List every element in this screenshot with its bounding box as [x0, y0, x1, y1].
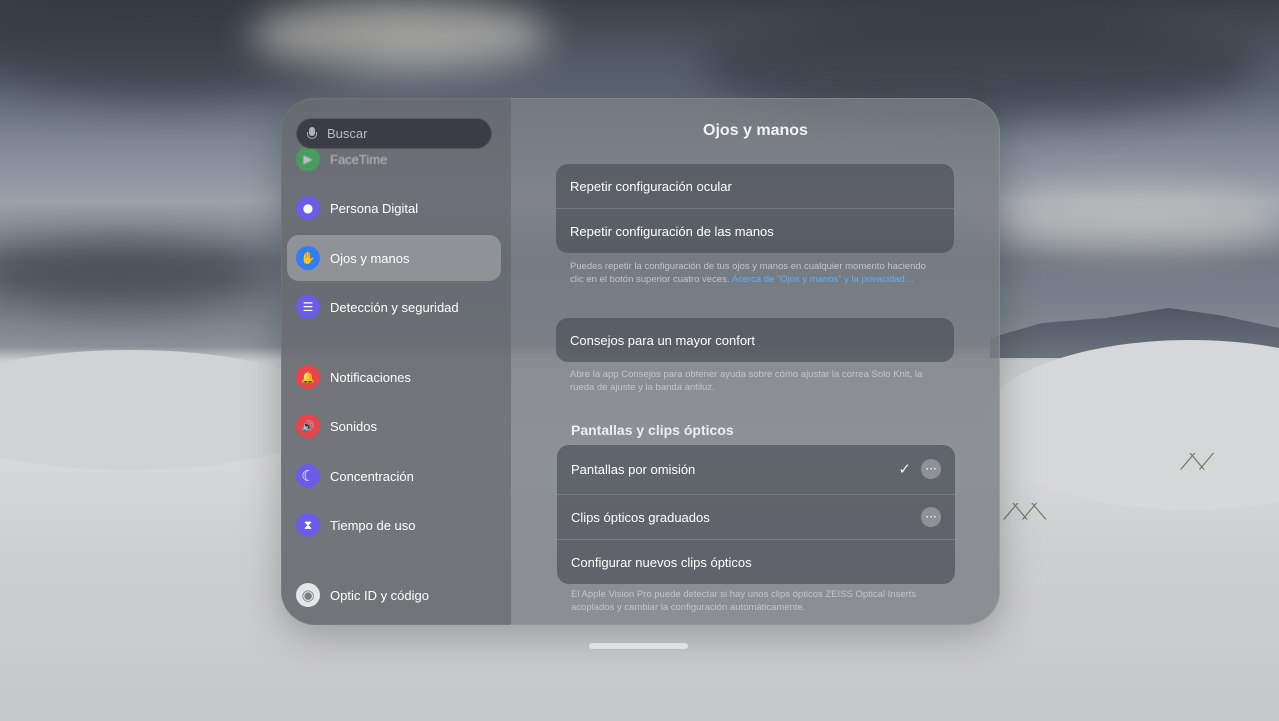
sidebar-item-label: Tiempo de uso [330, 517, 416, 533]
default-displays-row[interactable]: Pantallas por omisión ✓ ··· [557, 445, 955, 494]
row-label: Pantallas por omisión [571, 462, 696, 477]
page-title: Ojos y manos [703, 122, 808, 139]
sidebar-item-label: Ojos y manos [330, 250, 410, 266]
settings-window: ▶ FaceTime Buscar ● Persona Digital ✋ Oj… [281, 98, 1000, 625]
search-input[interactable]: Buscar [327, 126, 367, 141]
sidebar-item-optic-id[interactable]: ◉ Optic ID y código [287, 572, 501, 618]
optical-footnote: El Apple Vision Pro puede detectar si ha… [571, 589, 917, 613]
hourglass-icon: ⧗ [296, 513, 320, 537]
comfort-footnote: Abre la app Consejos para obtener ayuda … [570, 369, 923, 393]
sidebar-item-persona-digital[interactable]: ● Persona Digital [287, 185, 501, 231]
detail-pane: Ojos y manos Repetir configuración ocula… [511, 98, 1000, 625]
sidebar-item-notificaciones[interactable]: 🔔 Notificaciones [287, 354, 501, 400]
repeat-eye-setup-row[interactable]: Repetir configuración ocular [556, 164, 954, 208]
search-field[interactable]: Buscar [296, 118, 492, 149]
section-title-optical: Pantallas y clips ópticos [571, 422, 734, 438]
row-label: Clips ópticos graduados [571, 509, 710, 525]
comfort-group: Consejos para un mayor confort [556, 318, 954, 362]
optical-group: Pantallas por omisión ✓ ··· Clips óptico… [557, 445, 955, 584]
setup-group: Repetir configuración ocular Repetir con… [556, 164, 954, 253]
prescription-inserts-row[interactable]: Clips ópticos graduados ··· [557, 494, 955, 539]
bell-icon: 🔔 [296, 365, 320, 389]
more-icon[interactable]: ··· [921, 459, 941, 479]
sidebar-item-ojos-y-manos[interactable]: ✋ Ojos y manos [287, 235, 501, 281]
microphone-icon[interactable] [307, 126, 317, 141]
repeat-hand-setup-row[interactable]: Repetir configuración de las manos [556, 208, 954, 253]
persona-icon: ● [296, 196, 320, 220]
sidebar-item-label: Optic ID y código [330, 587, 429, 603]
sidebar-item-label: Detección y seguridad [330, 299, 459, 315]
setup-new-inserts-row[interactable]: Configurar nuevos clips ópticos [557, 539, 955, 584]
sidebar-item-label: Sonidos [330, 418, 377, 434]
moon-icon: ☾ [296, 464, 320, 488]
shrub: ⟋⟍⟋⟍ [1003, 500, 1047, 525]
shrub: ⟋⟍⟋ [1180, 450, 1214, 475]
sliders-icon: ☰ [296, 295, 320, 319]
checkmark-icon: ✓ [898, 460, 911, 478]
more-icon[interactable]: ··· [921, 507, 941, 527]
sidebar-item-label: FaceTime [330, 151, 388, 167]
speaker-icon: 🔊 [296, 414, 320, 438]
sidebar: ▶ FaceTime Buscar ● Persona Digital ✋ Oj… [281, 98, 511, 625]
sidebar-item-concentracion[interactable]: ☾ Concentración [287, 453, 501, 499]
sidebar-item-sonidos[interactable]: 🔊 Sonidos [287, 403, 501, 449]
eye-icon: ◉ [296, 583, 320, 607]
sidebar-item-deteccion-y-seguridad[interactable]: ☰ Detección y seguridad [287, 284, 501, 330]
facetime-icon: ▶ [296, 147, 320, 171]
window-grabber-bar[interactable] [589, 643, 688, 649]
setup-footnote: Puedes repetir la configuración de tus o… [570, 260, 930, 286]
sidebar-item-label: Concentración [330, 468, 414, 484]
comfort-tips-row[interactable]: Consejos para un mayor confort [556, 318, 954, 362]
hand-icon: ✋ [296, 246, 320, 270]
privacy-link[interactable]: Acerca de “Ojos y manos” y la privacidad… [732, 274, 915, 285]
sidebar-item-tiempo-de-uso[interactable]: ⧗ Tiempo de uso [287, 502, 501, 548]
sidebar-item-label: Persona Digital [330, 200, 419, 216]
sidebar-item-label: Notificaciones [330, 369, 411, 385]
